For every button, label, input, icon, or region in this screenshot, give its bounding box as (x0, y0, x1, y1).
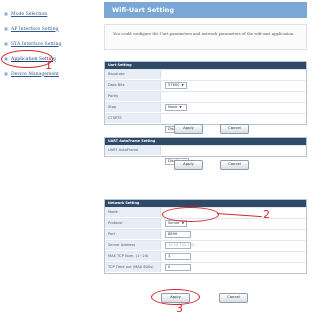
page-title: Wifi-Uart Setting (104, 2, 307, 18)
data-bits-label: Data Bits (105, 81, 161, 90)
server-address-input[interactable]: 10.10.100.100 (165, 242, 194, 249)
annotation-number-3: 3 (176, 302, 183, 315)
data-bits-row: Data Bits 8▼ (105, 80, 306, 100)
autoframe-setting-section: UART AutoFrame Setting UART AutoFrame Di… (104, 137, 307, 165)
server-address-row: Server Address 10.10.100.100 (105, 240, 306, 251)
tcp-timeout-label: TCP Time out (MAX 600s) (105, 263, 161, 272)
sidebar-item-ap-interface[interactable]: AP Interface Setting (4, 23, 59, 35)
bullet-icon (4, 12, 8, 16)
tcp-timeout-row: TCP Time out (MAX 600s) 0 (105, 262, 306, 273)
autoframe-cancel-button[interactable]: Cancel (220, 160, 249, 170)
sidebar-item-label: AP Interface Setting (11, 26, 59, 32)
annotation-number-1: 1 (45, 59, 52, 72)
port-label: Port (105, 230, 161, 239)
autoframe-apply-button[interactable]: Apply (174, 160, 203, 170)
annotation-number-2: 2 (263, 208, 270, 221)
baudrate-row: Baudrate 57600 ▼ (105, 69, 306, 89)
max-tcp-label: MAX TCP Num. (1~24) (105, 252, 161, 261)
server-address-label: Server Address (105, 241, 161, 250)
sidebar: Mode Selection AP Interface Setting STA … (0, 0, 92, 315)
stop-row: Stop 1▼ (105, 102, 306, 122)
uart-cancel-button[interactable]: Cancel (220, 124, 249, 134)
uart-setting-section: Uart Setting Baudrate 57600▼ Data Bits 8… (104, 61, 307, 133)
network-button-row: Apply Cancel (104, 293, 307, 303)
ctsrts-row: CTSRTS Disable▼ (105, 113, 306, 133)
parity-label: Parity (105, 92, 161, 101)
page-description: You could configure the Uart parameters … (104, 24, 307, 50)
parity-row: Parity None ▼ (105, 91, 306, 111)
main-content: Wifi-Uart Setting You could configure th… (104, 2, 307, 312)
section-header: Uart Setting (105, 62, 306, 69)
uart-button-row: Apply Cancel (104, 124, 307, 134)
baudrate-label: Baudrate (105, 70, 161, 79)
sidebar-item-label: Device Management (11, 71, 59, 77)
network-cancel-button[interactable]: Cancel (219, 293, 248, 303)
sidebar-item-label: Mode Selection (11, 11, 48, 17)
autoframe-button-row: Apply Cancel (104, 160, 307, 170)
port-input[interactable]: 8899 (165, 231, 191, 238)
bullet-icon (4, 72, 8, 76)
max-tcp-input[interactable]: 3 (165, 253, 191, 260)
max-tcp-row: MAX TCP Num. (1~24) 3 (105, 251, 306, 262)
stop-label: Stop (105, 103, 161, 112)
sidebar-item-label: STA Interface Setting (11, 41, 62, 47)
autoframe-label: UART AutoFrame (105, 146, 161, 155)
bullet-icon (4, 27, 8, 31)
section-header: UART AutoFrame Setting (105, 138, 306, 145)
section-header: Network Setting (105, 200, 306, 207)
port-row: Port 8899 (105, 229, 306, 240)
annotation-circle-2 (162, 207, 219, 222)
tcp-timeout-input[interactable]: 0 (165, 264, 191, 271)
protocol-label: Protocol (105, 219, 161, 228)
sidebar-item-sta-interface[interactable]: STA Interface Setting (4, 38, 61, 50)
autoframe-row: UART AutoFrame Disable▼ (105, 145, 306, 165)
uart-apply-button[interactable]: Apply (174, 124, 203, 134)
ctsrts-label: CTSRTS (105, 114, 161, 123)
sidebar-item-mode-selection[interactable]: Mode Selection (4, 8, 47, 20)
bullet-icon (4, 42, 8, 46)
mode-label: Mode (105, 208, 161, 217)
